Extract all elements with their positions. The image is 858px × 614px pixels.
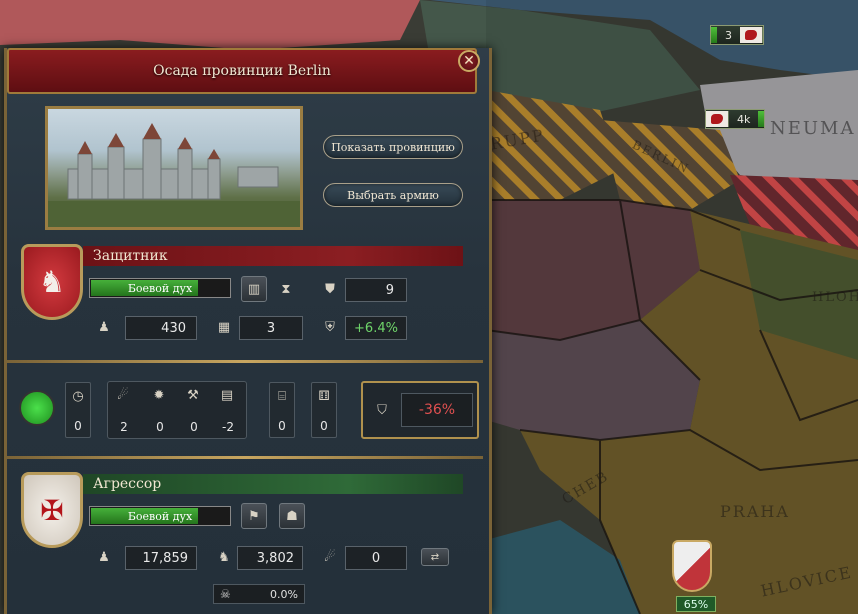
leader-portrait-icon[interactable]: ☗ — [279, 503, 305, 529]
fort-icon[interactable]: ▥ — [241, 276, 267, 302]
cavalry-icon: ♞ — [218, 549, 230, 565]
artillery-column: ☄ 2 — [111, 382, 137, 438]
infantry-icon: ♟ — [98, 549, 110, 565]
army-chip-count: 3 — [725, 28, 732, 42]
army-chip-mid[interactable]: 4k — [705, 109, 766, 129]
map-label-neuma: NEUMA — [770, 118, 856, 139]
garrison-icon: ▦ — [217, 319, 231, 335]
attacker-bar: Агрессор — [83, 474, 463, 494]
defender-fort-count: 3 — [239, 316, 303, 340]
section-divider — [7, 360, 483, 363]
breach-column: ⌸ 0 — [269, 382, 295, 438]
explosion-icon: ✹ — [153, 387, 165, 403]
attacker-shield[interactable]: ✠ — [21, 472, 83, 548]
attacker-label: Агрессор — [93, 476, 162, 492]
attacker-morale-label: Боевой дух — [127, 509, 193, 523]
lion-icon: ♞ — [38, 264, 66, 300]
siege-progress-circle — [19, 390, 55, 426]
map-label-praha: PRAHA — [720, 502, 790, 521]
province-percent: 65% — [676, 596, 716, 612]
army-chip-strength-bar — [758, 111, 765, 127]
engineers-column: ⚒ 0 — [181, 382, 207, 438]
shield-stack-icon: ⛊ — [325, 281, 335, 297]
walls-column: ▤ -2 — [215, 382, 241, 438]
panel-header: Осада провинции Berlin — [7, 48, 477, 94]
map-label-hlohov: HLOHOV — [812, 290, 858, 305]
army-chip-top[interactable]: 3 — [710, 25, 764, 45]
blockade-column: ✹ 0 — [147, 382, 173, 438]
province-picture — [45, 106, 303, 230]
attacker-morale-bar: Боевой дух — [89, 506, 231, 526]
defense-bonus-value: +6.4% — [345, 316, 407, 340]
show-province-label: Показать провинцию — [331, 140, 455, 154]
army-chip-flag-icon — [706, 111, 729, 127]
siege-day-column: ◷ 0 — [65, 382, 91, 438]
skull-icon: ☠ — [220, 587, 231, 601]
total-modifier-box: ⛉ -36% — [361, 381, 479, 439]
show-province-button[interactable]: Показать провинцию — [323, 135, 463, 159]
attacker-infantry-value: 17,859 — [125, 546, 197, 570]
eagle-icon: ✠ — [40, 493, 64, 527]
infantry-icon: ♟ — [98, 319, 110, 335]
section-divider — [7, 456, 483, 459]
defender-infantry-value: 430 — [125, 316, 197, 340]
breach-icon: ⌸ — [278, 388, 286, 404]
total-modifier-value: -36% — [401, 393, 473, 427]
engineers-icon: ⚒ — [187, 387, 199, 403]
clock-icon: ◷ — [72, 388, 84, 404]
close-icon: ✕ — [463, 53, 475, 69]
commander-icon[interactable]: ⚑ — [241, 503, 267, 529]
province-shield[interactable] — [672, 540, 712, 592]
army-chip-count: 4k — [737, 112, 751, 126]
defender-bar: Защитник — [83, 246, 463, 266]
choose-army-label: Выбрать армию — [347, 188, 439, 202]
siege-total-icon: ⛉ — [377, 402, 387, 418]
defender-morale-label: Боевой дух — [127, 281, 193, 295]
attrition-value: 0.0% — [270, 588, 298, 601]
artillery-icon: ☄ — [324, 549, 336, 565]
cannon-icon: ☄ — [117, 387, 129, 403]
hourglass-icon: ⧗ — [281, 281, 291, 297]
castle-image — [48, 123, 300, 227]
defender-morale-bar: Боевой дух — [89, 278, 231, 298]
fort-level-value: 9 — [345, 278, 407, 302]
attacker-artillery-value: 0 — [345, 546, 407, 570]
defense-bonus-icon: ⛨ — [325, 319, 335, 335]
close-button[interactable]: ✕ — [458, 50, 480, 72]
defender-label: Защитник — [93, 248, 168, 264]
walls-icon: ▤ — [220, 387, 234, 403]
choose-army-button[interactable]: Выбрать армию — [323, 183, 463, 207]
defender-shield[interactable]: ♞ — [21, 244, 83, 320]
dice-column: ⚅ 0 — [311, 382, 337, 438]
siege-panel: Осада провинции Berlin Показать провинци… — [4, 48, 492, 614]
army-chip-flag-icon — [740, 27, 763, 43]
attrition-box: ☠ 0.0% — [213, 584, 305, 604]
dice-icon: ⚅ — [318, 388, 330, 404]
swap-arrows-icon[interactable]: ⇄ — [421, 548, 449, 566]
attacker-cavalry-value: 3,802 — [237, 546, 303, 570]
panel-title: Осада провинции Berlin — [153, 63, 331, 79]
